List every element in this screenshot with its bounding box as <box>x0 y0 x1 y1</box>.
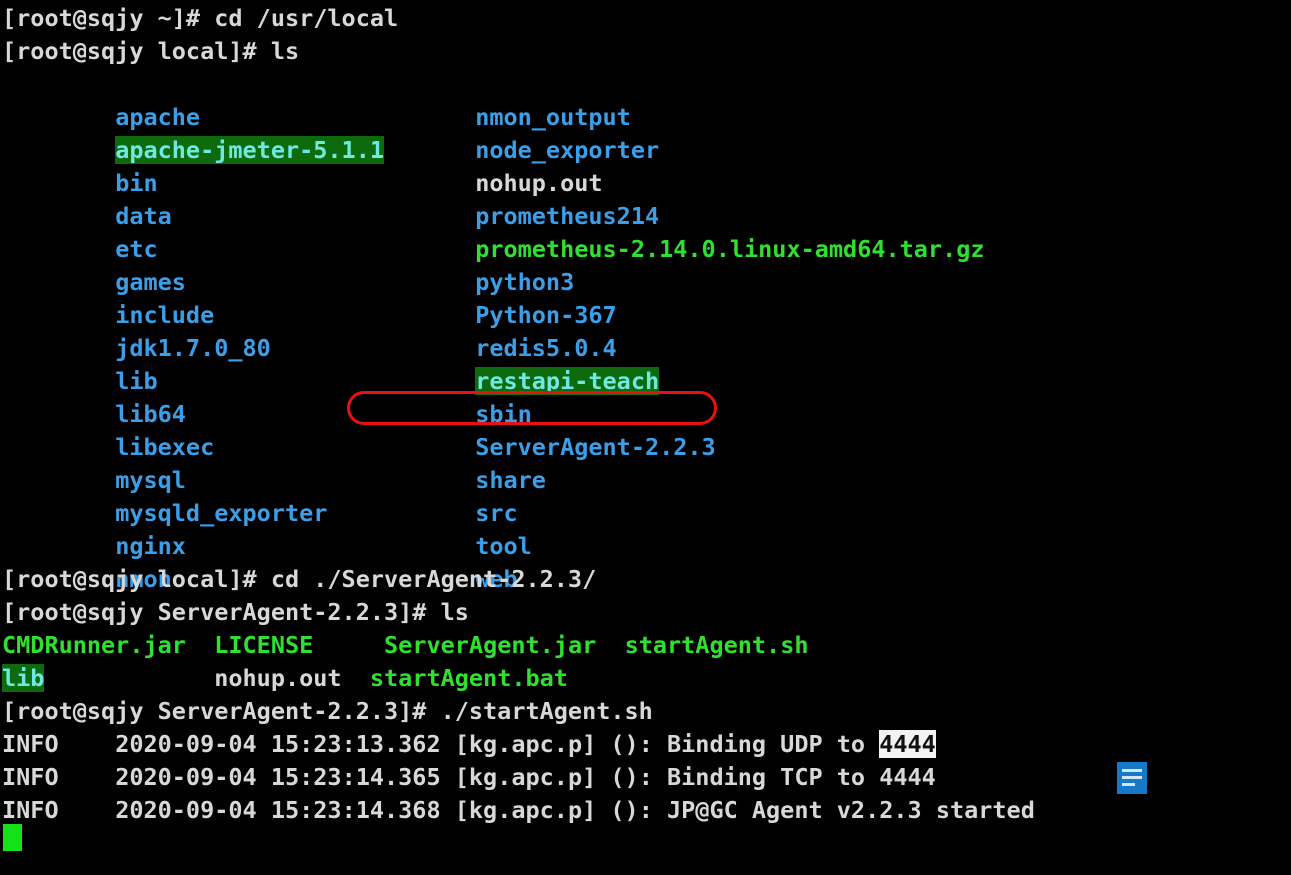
log-message: (): JP@GC Agent v2.2.3 started <box>610 796 1035 824</box>
ls-entry: jdk1.7.0_80 <box>115 334 271 362</box>
ls-entry: src <box>475 499 518 527</box>
ls-entry-serveragent: ServerAgent-2.2.3 <box>475 433 716 461</box>
log-logger: [kg.apc.p] <box>454 763 597 791</box>
log-logger: [kg.apc.p] <box>454 796 597 824</box>
log-logger: [kg.apc.p] <box>454 730 597 758</box>
log-gap <box>59 763 116 791</box>
ls-entry-highlight-wrap: restapi-teach <box>475 365 660 398</box>
ls-entry: restapi-teach <box>475 367 660 395</box>
log-time: 15:23:13.362 <box>270 730 441 758</box>
ls-entry: node_exporter <box>475 136 660 164</box>
log-level: INFO <box>2 730 59 758</box>
ls-entry: bin <box>115 169 158 197</box>
log-space <box>596 796 610 824</box>
ls-entry: lib <box>115 367 158 395</box>
log-level: INFO <box>2 796 59 824</box>
ls-gap <box>186 631 214 659</box>
ls-row: apache nmon_output <box>2 68 1291 131</box>
log-gap <box>59 796 116 824</box>
ls-entry: sbin <box>475 400 532 428</box>
ls-entry: share <box>475 466 546 494</box>
ls-entry: python3 <box>475 268 575 296</box>
log-gap <box>59 730 116 758</box>
log-space <box>257 730 271 758</box>
prompt-line-run-startagent: [root@sqjy ServerAgent-2.2.3]# ./startAg… <box>2 697 653 725</box>
terminal-cursor <box>3 824 22 851</box>
log-space <box>257 796 271 824</box>
log-date: 2020-09-04 <box>115 796 257 824</box>
log-message: (): Binding TCP to <box>610 763 880 791</box>
log-line: INFO 2020-09-04 15:23:14.365 [kg.apc.p] … <box>2 761 1291 794</box>
prompt-line-ls-serveragent: [root@sqjy ServerAgent-2.2.3]# ls <box>2 598 469 626</box>
log-time: 15:23:14.368 <box>270 796 441 824</box>
ls-entry: tool <box>475 532 532 560</box>
log-line: INFO 2020-09-04 15:23:14.368 [kg.apc.p] … <box>2 794 1291 827</box>
ls-entry: nohup.out <box>475 169 603 197</box>
ls-entry: data <box>115 202 172 230</box>
log-space <box>596 763 610 791</box>
ls-entry: startAgent.sh <box>624 631 809 659</box>
ls-gap <box>342 664 370 692</box>
prompt-line-ls-local: [root@sqjy local]# ls <box>2 37 300 65</box>
log-line: INFO 2020-09-04 15:23:13.362 [kg.apc.p] … <box>2 728 1291 761</box>
agent-log-output: INFO 2020-09-04 15:23:13.362 [kg.apc.p] … <box>2 728 1291 827</box>
ls-entry: libexec <box>115 433 215 461</box>
ls-entry: nohup.out <box>214 664 342 692</box>
ls-gap <box>44 664 214 692</box>
ls-entry: prometheus-2.14.0.linux-amd64.tar.gz <box>475 235 985 263</box>
ls-entry: lib <box>2 664 45 692</box>
log-level: INFO <box>2 763 59 791</box>
ls-entry: mysqld_exporter <box>115 499 328 527</box>
ls-entry: redis5.0.4 <box>475 334 617 362</box>
log-space <box>596 730 610 758</box>
ls-entry: LICENSE <box>214 631 314 659</box>
log-time: 15:23:14.365 <box>270 763 441 791</box>
ls-entry: mysql <box>115 466 186 494</box>
ls-entry: prometheus214 <box>475 202 660 230</box>
log-port-selected: 4444 <box>879 730 936 758</box>
ls-entry: apache-jmeter-5.1.1 <box>115 136 385 164</box>
ls-entry: CMDRunner.jar <box>2 631 186 659</box>
ls-entry: apache <box>115 103 201 131</box>
prompt-line-cd-serveragent: [root@sqjy local]# cd ./ServerAgent-2.2.… <box>2 565 597 593</box>
log-space <box>257 763 271 791</box>
ls-entry: nginx <box>115 532 186 560</box>
ls-gap <box>596 631 624 659</box>
terminal-screen: [root@sqjy ~]# cd /usr/local [root@sqjy … <box>2 2 1291 827</box>
ls-output-agent: CMDRunner.jar LICENSE ServerAgent.jar st… <box>2 629 1291 695</box>
ls-entry: nmon_output <box>475 103 631 131</box>
log-date: 2020-09-04 <box>115 763 257 791</box>
log-message: (): Binding UDP to <box>610 730 880 758</box>
prompt-line-cd-usr-local: [root@sqjy ~]# cd /usr/local <box>2 4 399 32</box>
ls-entry: startAgent.bat <box>369 664 568 692</box>
log-space <box>441 730 455 758</box>
log-space <box>441 763 455 791</box>
ls-output-local: apache nmon_output apache-jmeter-5.1.1 nod… <box>2 68 1291 593</box>
ls-row: CMDRunner.jar LICENSE ServerAgent.jar st… <box>2 629 1291 662</box>
ls-entry: ServerAgent.jar <box>384 631 597 659</box>
ls-gap <box>313 631 384 659</box>
ls-entry: games <box>115 268 186 296</box>
ls-entry-highlight-wrap: apache-jmeter-5.1.1 <box>115 134 475 167</box>
log-port: 4444 <box>879 763 936 791</box>
ls-entry: include <box>115 301 215 329</box>
terminal-window[interactable]: [root@sqjy ~]# cd /usr/local [root@sqjy … <box>0 0 1291 875</box>
ls-entry: Python-367 <box>475 301 617 329</box>
log-space <box>441 796 455 824</box>
ls-row: lib nohup.out startAgent.bat <box>2 662 1291 695</box>
ls-entry: lib64 <box>115 400 186 428</box>
log-date: 2020-09-04 <box>115 730 257 758</box>
ls-entry: etc <box>115 235 158 263</box>
